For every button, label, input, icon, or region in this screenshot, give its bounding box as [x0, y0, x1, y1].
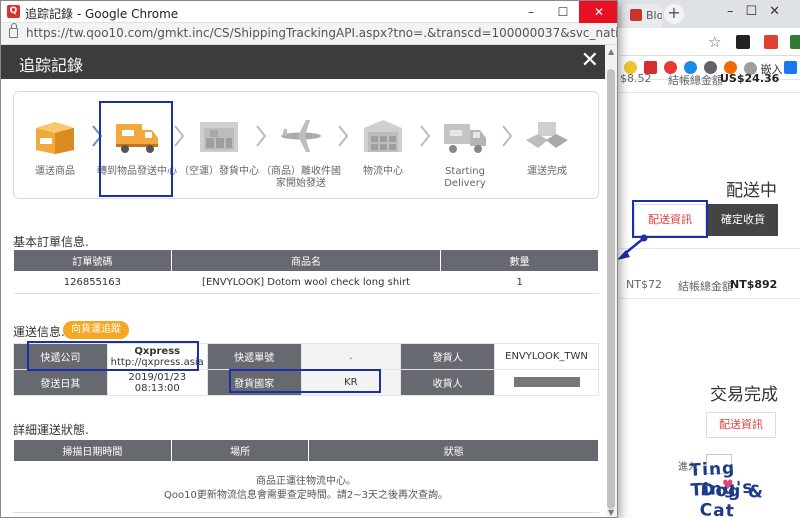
tracking-progress-steps: 運送商品 轉到物品發送中心 （空運）發貨中心 （商品）離收件國家開始發送 物流中… [13, 91, 599, 199]
popup-titlebar[interactable]: Q 追踪記錄 - Google Chrome – ☐ ✕ [1, 1, 617, 23]
warehouse-icon [200, 122, 238, 152]
step-to-dispatch-center: 轉到物品發送中心 [96, 92, 178, 200]
lock-icon [9, 23, 18, 38]
modal-header: 追踪記錄 ✕ [1, 45, 607, 79]
scroll-thumb[interactable] [607, 69, 615, 509]
table-row: 發送日其 2019/01/23 08:13:00 發貨國家 KR 收貨人 [13, 369, 599, 396]
scroll-up-icon[interactable]: ▲ [608, 47, 614, 56]
table-header-row: 掃描日期時間 場所 狀態 [13, 439, 599, 462]
step-air-dispatch-center: （空運）發貨中心 [178, 92, 260, 200]
order-info-table: 訂單號碼 商品名 數量 126855163 [ENVYLOOK] Dotom w… [13, 249, 599, 294]
order-info-title: 基本訂單信息. [13, 235, 89, 249]
popup-url: https://tw.qoo10.com/gmkt.inc/CS/Shippin… [26, 26, 618, 40]
courier-site-link[interactable]: http://qxpress.asia [108, 357, 207, 368]
detail-status-title: 詳細運送狀態. [13, 423, 89, 437]
shipping-info-title: 運送信息. [13, 325, 65, 339]
box-icon [36, 122, 74, 154]
handshake-icon [526, 122, 568, 148]
table-header-row: 訂單號碼 商品名 數量 [13, 249, 599, 272]
popup-urlbar[interactable]: https://tw.qoo10.com/gmkt.inc/CS/Shippin… [1, 23, 618, 45]
minimize-button[interactable]: – [515, 1, 547, 23]
scroll-down-icon[interactable]: ▼ [608, 508, 614, 517]
shipping-info-table: 快遞公司 Qxpress http://qxpress.asia 快遞單號 . … [13, 343, 599, 396]
warehouse-icon [364, 120, 402, 152]
close-icon[interactable]: ✕ [581, 49, 599, 73]
step-delivery-complete: 運送完成 [506, 92, 588, 200]
airplane-icon [281, 120, 321, 152]
detail-status-table: 掃描日期時間 場所 狀態 [13, 439, 599, 462]
popup-window-controls: – ☐ ✕ [515, 1, 617, 23]
truck-icon [116, 124, 158, 153]
table-row: 快遞公司 Qxpress http://qxpress.asia 快遞單號 . … [13, 343, 599, 370]
track-shipment-button[interactable]: 向貨運追蹤 [63, 321, 129, 339]
truck-icon [444, 124, 486, 153]
qoo10-favicon-icon: Q [7, 5, 20, 18]
step-ship-item: 運送商品 [14, 92, 96, 200]
step-starting-delivery: Starting Delivery [424, 92, 506, 200]
step-logistics-center: 物流中心 [342, 92, 424, 200]
courier-cell: Qxpress http://qxpress.asia [106, 343, 208, 370]
popup-window-title: 追踪記錄 - Google Chrome [25, 7, 179, 21]
maximize-button[interactable]: ☐ [547, 1, 579, 23]
step-depart-to-destination: （商品）離收件國家開始發送 [260, 92, 342, 200]
modal-title: 追踪記錄 [19, 56, 84, 75]
redacted-block [513, 377, 580, 387]
detail-status-message: 商品正運往物流中心。 Qoo10更新物流信息會需要查定時間。請2~3天之後再次查… [13, 469, 599, 513]
receiver-value [494, 369, 599, 396]
tracking-popup-window: Q 追踪記錄 - Google Chrome – ☐ ✕ https://tw.qo… [0, 0, 618, 518]
table-row: 126855163 [ENVYLOOK] Dotom wool check lo… [13, 271, 599, 294]
modal-body: 運送商品 轉到物品發送中心 （空運）發貨中心 （商品）離收件國家開始發送 物流中… [1, 79, 607, 517]
close-window-button[interactable]: ✕ [579, 1, 617, 23]
